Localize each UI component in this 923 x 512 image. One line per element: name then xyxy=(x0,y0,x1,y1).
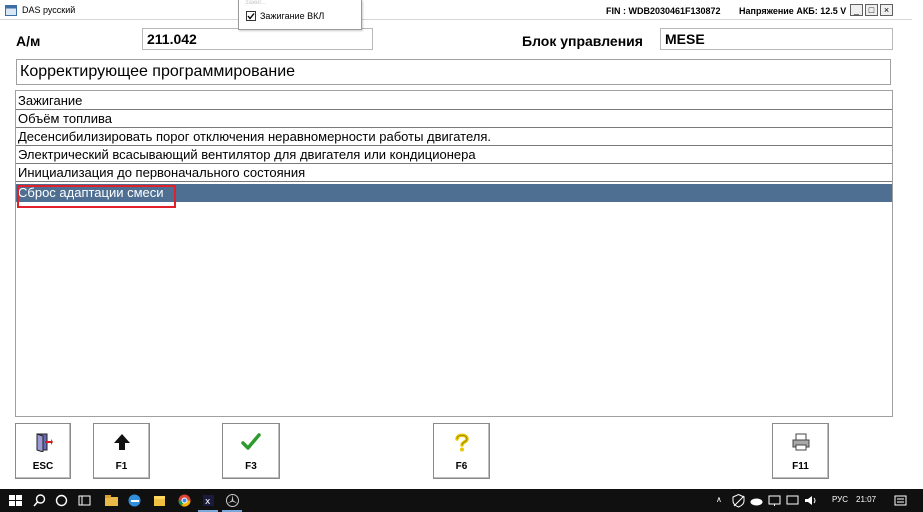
window-title: DAS русский xyxy=(22,5,76,15)
dropdown-faded-header: Зажиг... xyxy=(245,0,266,6)
maximize-button[interactable]: □ xyxy=(865,4,878,16)
app-icon xyxy=(5,5,17,16)
checkbox-check-icon xyxy=(247,13,255,20)
tray-security-icon[interactable] xyxy=(731,493,746,508)
tray-display-icon[interactable] xyxy=(785,493,800,508)
list-item-initialization[interactable]: Инициализация до первоначального состоян… xyxy=(16,164,892,182)
das-application: DAS русский FIN : WDB2030461F130872 Напр… xyxy=(0,0,923,512)
f1-button-label: F1 xyxy=(115,461,128,472)
file-explorer-icon[interactable] xyxy=(104,493,119,508)
esc-button-label: ESC xyxy=(32,461,54,472)
tray-onedrive-icon[interactable] xyxy=(749,493,764,508)
close-button[interactable]: × xyxy=(880,4,893,16)
arrow-up-icon xyxy=(113,434,130,450)
esc-button[interactable]: ESC xyxy=(15,423,71,479)
notifications-icon[interactable] xyxy=(893,493,908,508)
search-icon[interactable] xyxy=(32,493,47,508)
fin-label: FIN : WDB2030461F130872 xyxy=(606,6,721,16)
ignition-dropdown: Зажиг... Зажигание ВКЛ xyxy=(238,0,362,30)
battery-voltage: Напряжение АКБ: 12.5 V xyxy=(739,6,847,16)
minimize-button[interactable]: _ xyxy=(850,4,863,16)
list-item-ignition[interactable]: Зажигание xyxy=(16,92,892,110)
exit-door-icon xyxy=(36,433,53,452)
f6-button-label: F6 xyxy=(455,461,468,472)
title-bar: DAS русский FIN : WDB2030461F130872 Напр… xyxy=(0,0,912,20)
list-item-fuel-volume[interactable]: Объём топлива xyxy=(16,110,892,128)
tray-volume-icon[interactable] xyxy=(803,493,818,508)
f11-button-label: F11 xyxy=(792,461,809,472)
f3-button-label: F3 xyxy=(245,461,257,472)
procedure-list: Зажигание Объём топлива Десенсибилизиров… xyxy=(15,90,893,417)
ignition-checkbox[interactable] xyxy=(246,11,256,21)
f11-button[interactable]: F11 xyxy=(772,423,829,479)
ignition-checkbox-label: Зажигание ВКЛ xyxy=(260,11,325,21)
annotation-highlight-box xyxy=(17,185,176,208)
help-question-icon xyxy=(454,433,469,452)
f1-button[interactable]: F1 xyxy=(93,423,150,479)
list-item-electric-fan[interactable]: Электрический всасывающий вентилятор для… xyxy=(16,146,892,164)
mercedes-star-icon[interactable] xyxy=(225,493,240,508)
ecu-field: MESE xyxy=(660,28,893,50)
ecu-label: Блок управления xyxy=(522,33,643,49)
task-view-icon[interactable] xyxy=(54,493,69,508)
windows-start-icon[interactable] xyxy=(8,493,23,508)
multitask-icon[interactable] xyxy=(77,493,92,508)
printer-icon xyxy=(792,433,809,451)
tray-clock[interactable]: 21:07 xyxy=(856,495,876,504)
f3-button[interactable]: F3 xyxy=(222,423,280,479)
checkmark-icon xyxy=(241,433,261,450)
page-heading: Корректирующее программирование xyxy=(16,59,891,85)
vehicle-model-field: 211.042 xyxy=(142,28,373,50)
files-icon[interactable] xyxy=(152,493,167,508)
tray-network-icon[interactable] xyxy=(767,493,782,508)
das-app-taskbar-icon[interactable]: x xyxy=(201,493,216,508)
list-item-misfire-threshold[interactable]: Десенсибилизировать порог отключения нер… xyxy=(16,128,892,146)
f6-button[interactable]: F6 xyxy=(433,423,490,479)
svg-text:x: x xyxy=(205,497,211,507)
edge-browser-icon[interactable] xyxy=(127,493,142,508)
tray-language[interactable]: РУС xyxy=(832,495,848,504)
vehicle-model-label: А/м xyxy=(16,33,41,49)
windows-taskbar: x ∧ РУС 21:07 xyxy=(0,489,923,512)
tray-chevron-icon[interactable]: ∧ xyxy=(716,495,722,504)
chrome-browser-icon[interactable] xyxy=(177,493,192,508)
